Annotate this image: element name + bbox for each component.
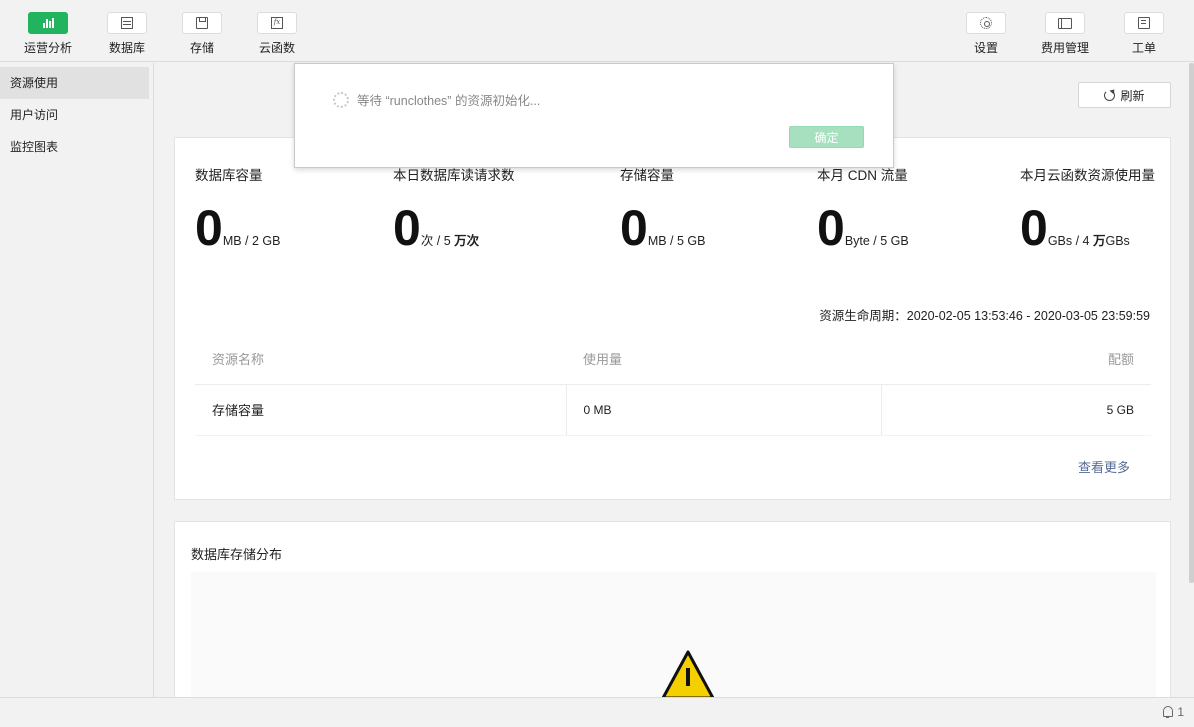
database-icon <box>121 17 133 29</box>
sidebar-item-user-access[interactable]: 用户访问 <box>0 99 149 131</box>
stat-unit: GBs / 4 万GBs <box>1047 234 1130 248</box>
stat-unit: 次 / 5 万次 <box>420 234 480 248</box>
stat-cdn-traffic: 本月 CDN 流量 0Byte / 5 GB <box>817 164 909 253</box>
settings-button[interactable] <box>966 12 1006 34</box>
toolbar-label: 数据库 <box>108 41 145 55</box>
toolbar-label: 运营分析 <box>23 41 72 55</box>
operations-analysis-button[interactable] <box>28 12 68 34</box>
toolbar-label: 工单 <box>1131 41 1156 55</box>
stat-title: 本月云函数资源使用量 <box>1020 168 1155 183</box>
stat-function-usage: 本月云函数资源使用量 0GBs / 4 万GBs <box>1020 164 1155 253</box>
db-chart-title: 数据库存储分布 <box>191 547 283 562</box>
view-more-link[interactable]: 查看更多 <box>1078 457 1130 476</box>
sidebar-item-monitoring-charts[interactable]: 监控图表 <box>0 131 149 163</box>
database-button[interactable] <box>107 12 147 34</box>
dialog-message: 等待 “runclothes” 的资源初始化... <box>357 94 541 108</box>
toolbar-billing[interactable]: 费用管理 <box>1035 12 1095 56</box>
confirm-button[interactable]: 确定 <box>789 126 864 148</box>
stat-value: 0 <box>393 200 421 256</box>
dialog-message-row: 等待 “runclothes” 的资源初始化... <box>333 90 540 109</box>
column-header-usage: 使用量 <box>566 334 881 385</box>
resource-lifecycle: 资源生命周期：2020-02-05 13:53:46 - 2020-03-05 … <box>819 305 1150 324</box>
toolbar-ticket[interactable]: 工单 <box>1114 12 1174 56</box>
table-cell: 5 GB <box>880 384 1151 436</box>
toolbar-label: 费用管理 <box>1040 41 1089 55</box>
table-header-row: 资源名称 使用量 配额 <box>195 334 1151 385</box>
ticket-icon <box>1138 17 1150 29</box>
storage-button[interactable] <box>182 12 222 34</box>
stat-unit: Byte / 5 GB <box>844 234 909 248</box>
stat-unit: MB / 5 GB <box>647 234 706 248</box>
table-cell: 存储容量 <box>195 384 566 436</box>
stat-value: 0 <box>195 200 223 256</box>
billing-button[interactable] <box>1045 12 1085 34</box>
bell-icon <box>1162 705 1174 719</box>
refresh-label: 刷新 <box>1120 88 1145 103</box>
ticket-button[interactable] <box>1124 12 1164 34</box>
resource-table: 资源名称 使用量 配额 存储容量 0 MB 5 GB <box>195 334 1151 436</box>
stat-db-read-requests: 本日数据库读请求数 0次 / 5 万次 <box>393 164 515 253</box>
status-bar: 1 <box>0 697 1194 727</box>
vertical-scrollbar[interactable] <box>1189 63 1194 697</box>
notification-indicator[interactable]: 1 <box>1162 705 1184 719</box>
cloud-function-button[interactable]: fx <box>257 12 297 34</box>
bar-chart-icon <box>42 17 54 29</box>
toolbar-settings[interactable]: 设置 <box>956 12 1016 56</box>
function-icon: fx <box>271 17 283 29</box>
resource-usage-card: 数据库容量 0MB / 2 GB 本日数据库读请求数 0次 / 5 万次 存储容… <box>174 137 1171 500</box>
table-cell: 0 MB <box>565 384 881 436</box>
db-storage-distribution-card: 数据库存储分布 <box>174 521 1171 697</box>
sidebar: 资源使用 用户访问 监控图表 <box>0 63 154 697</box>
initialization-dialog: 等待 “runclothes” 的资源初始化... 确定 <box>294 63 894 168</box>
stat-title: 数据库容量 <box>195 168 263 183</box>
toolbar-cloud-function[interactable]: fx 云函数 <box>247 12 307 56</box>
toolbar-database[interactable]: 数据库 <box>97 12 157 56</box>
toolbar-label: 云函数 <box>258 41 295 55</box>
loading-spinner-icon <box>333 91 349 108</box>
lifecycle-label: 资源生命周期： <box>819 309 907 323</box>
sidebar-item-resource-usage[interactable]: 资源使用 <box>0 67 149 99</box>
warning-icon <box>661 650 715 697</box>
gear-icon <box>980 17 992 29</box>
stat-db-capacity: 数据库容量 0MB / 2 GB <box>195 164 280 253</box>
column-header-quota: 配额 <box>881 334 1151 385</box>
table-row: 存储容量 0 MB 5 GB <box>195 384 1151 436</box>
stat-storage-capacity: 存储容量 0MB / 5 GB <box>620 164 705 253</box>
storage-icon <box>196 17 208 29</box>
stat-unit: MB / 2 GB <box>222 234 281 248</box>
notification-count: 1 <box>1177 705 1184 719</box>
lifecycle-value: 2020-02-05 13:53:46 - 2020-03-05 23:59:5… <box>906 309 1150 323</box>
toolbar-operations-analysis[interactable]: 运营分析 <box>18 12 78 56</box>
column-header-name: 资源名称 <box>195 334 566 385</box>
toolbar-label: 设置 <box>973 41 998 55</box>
refresh-icon <box>1104 89 1116 101</box>
db-chart-area <box>191 572 1156 697</box>
toolbar-storage[interactable]: 存储 <box>172 12 232 56</box>
stat-value: 0 <box>817 200 845 256</box>
toolbar-label: 存储 <box>189 41 214 55</box>
billing-icon <box>1058 17 1072 29</box>
scrollbar-thumb[interactable] <box>1189 63 1194 583</box>
stat-value: 0 <box>1020 200 1048 256</box>
refresh-button[interactable]: 刷新 <box>1078 82 1171 108</box>
top-toolbar: 运营分析 数据库 存储 fx 云函数 设置 费用管理 工单 <box>0 0 1194 62</box>
stat-value: 0 <box>620 200 648 256</box>
